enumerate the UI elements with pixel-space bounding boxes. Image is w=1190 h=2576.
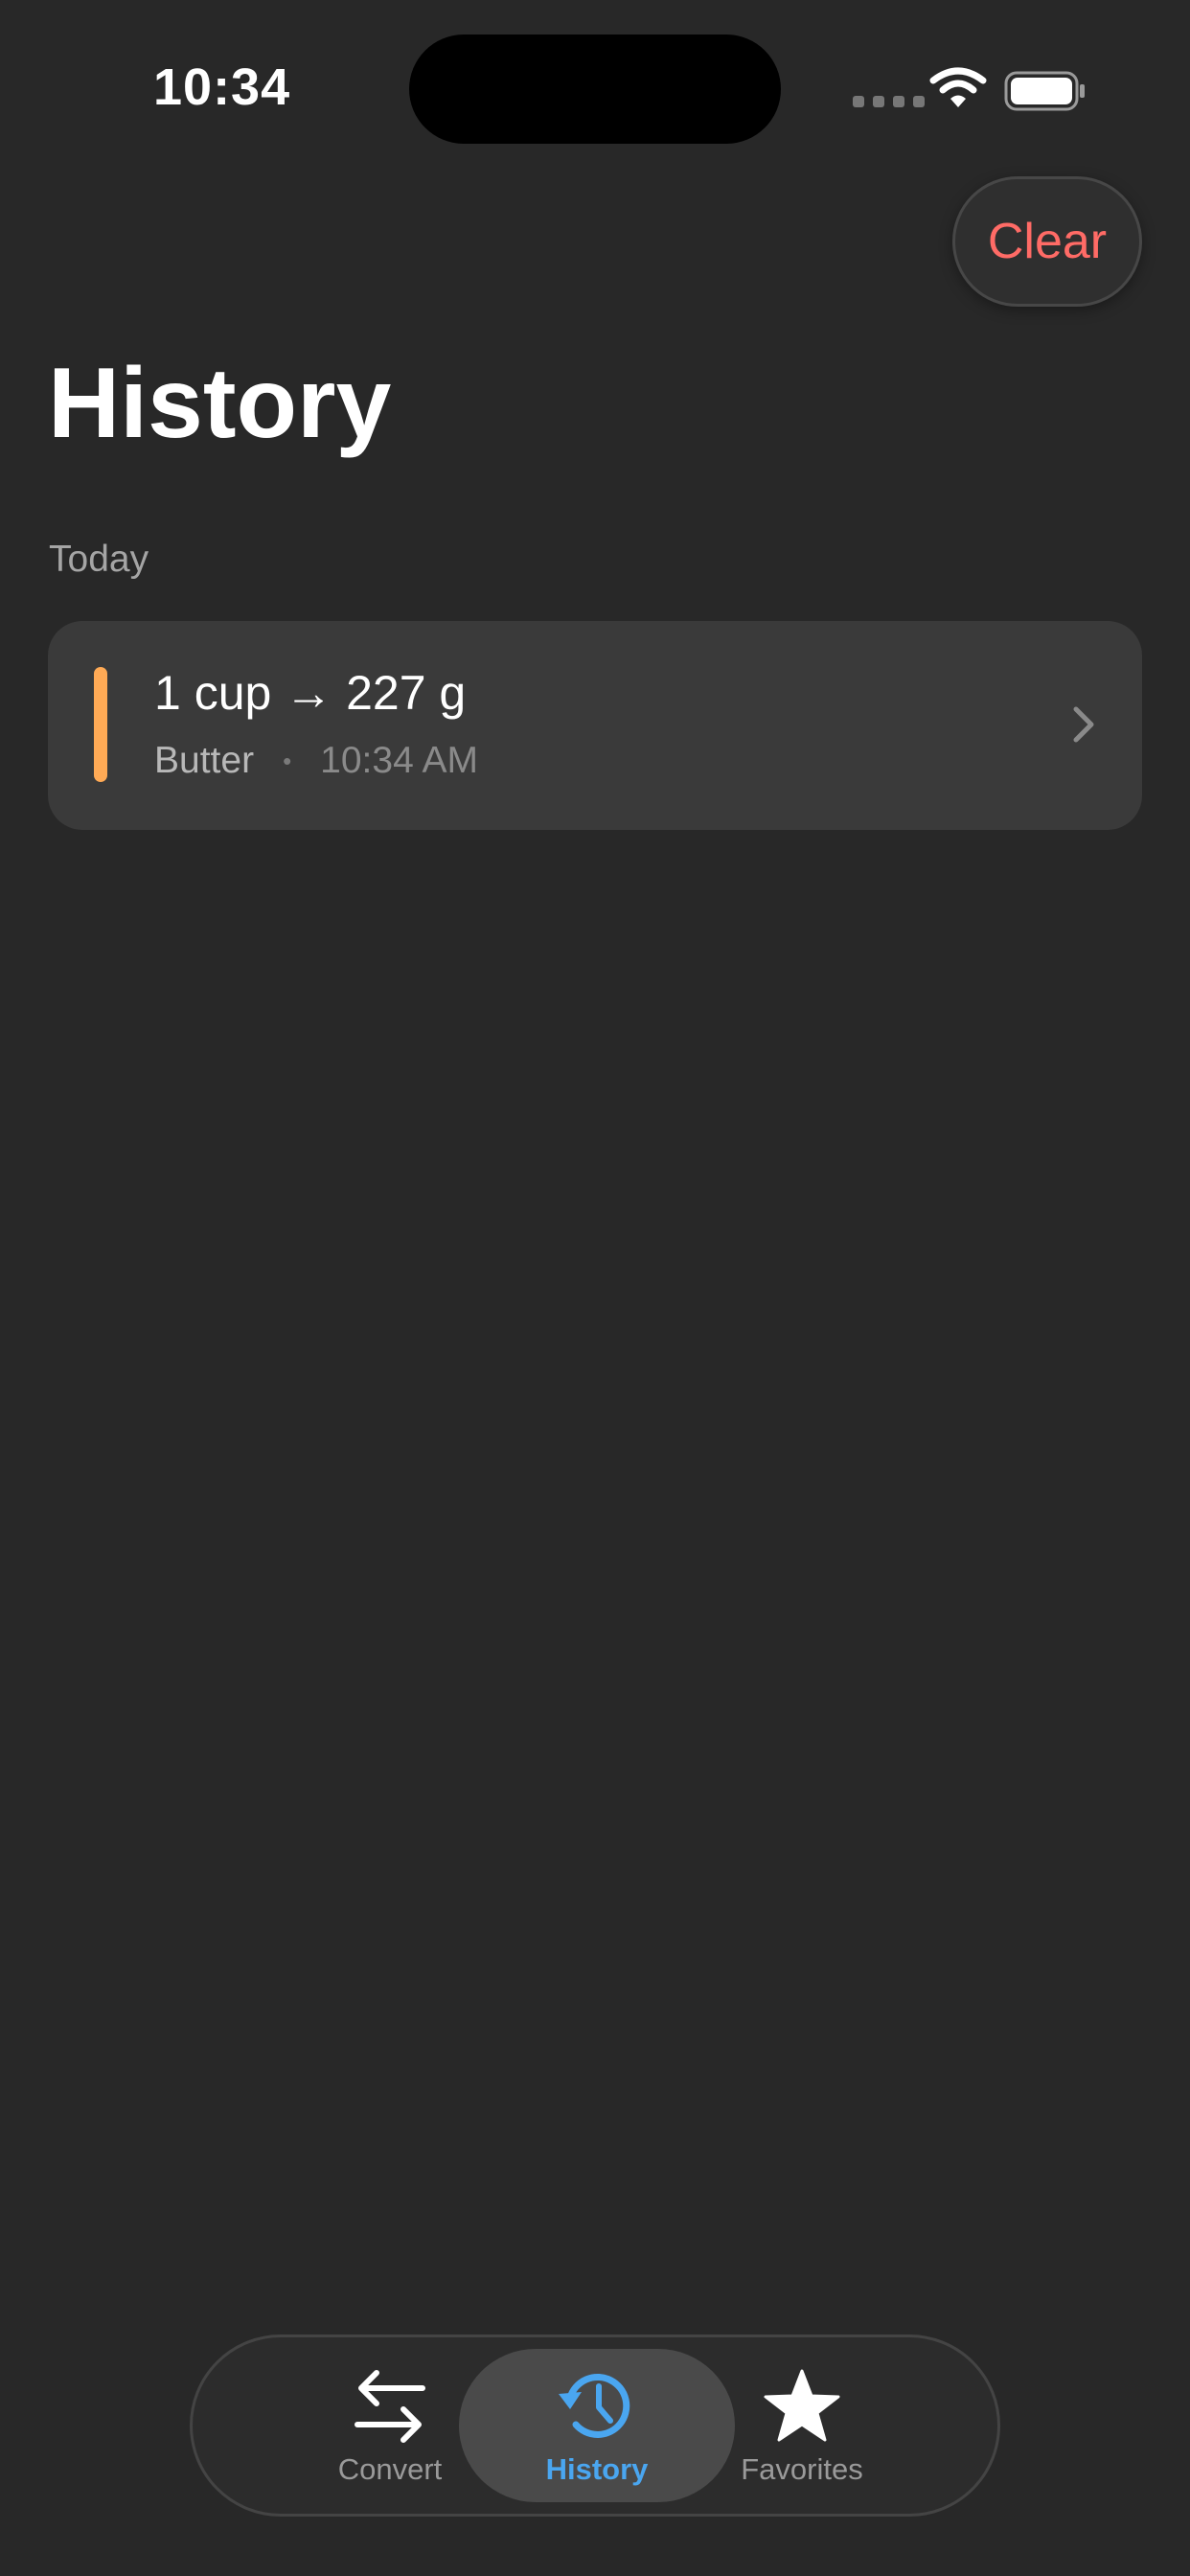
wifi-icon bbox=[929, 67, 987, 114]
tab-label-convert: Convert bbox=[337, 2452, 443, 2486]
clock-history-icon bbox=[557, 2364, 637, 2447]
cellular-signal-icon bbox=[853, 96, 925, 107]
tab-bar: Convert History Favorites bbox=[190, 2334, 1000, 2517]
tab-label-favorites: Favorites bbox=[741, 2452, 863, 2486]
history-item[interactable]: 1 cup → 227 g Butter • 10:34 AM bbox=[48, 621, 1142, 830]
accent-bar bbox=[94, 667, 107, 782]
star-icon bbox=[762, 2364, 842, 2447]
status-time: 10:34 bbox=[153, 58, 291, 116]
clear-button[interactable]: Clear bbox=[952, 176, 1142, 307]
conversion-title: 1 cup → 227 g bbox=[154, 666, 467, 720]
tab-favorites[interactable]: Favorites bbox=[664, 2349, 940, 2502]
arrows-swap-icon bbox=[352, 2364, 428, 2447]
conversion-meta: Butter • 10:34 AM bbox=[154, 740, 478, 782]
meta-separator: • bbox=[283, 746, 292, 775]
page-title: History bbox=[48, 348, 392, 459]
conversion-time: 10:34 AM bbox=[320, 740, 478, 781]
chevron-right-icon bbox=[1069, 703, 1098, 750]
section-label-today: Today bbox=[49, 539, 149, 580]
tab-label-history: History bbox=[545, 2452, 649, 2486]
battery-icon bbox=[1004, 71, 1087, 116]
dynamic-island bbox=[409, 34, 781, 144]
ingredient-name: Butter bbox=[154, 740, 255, 781]
